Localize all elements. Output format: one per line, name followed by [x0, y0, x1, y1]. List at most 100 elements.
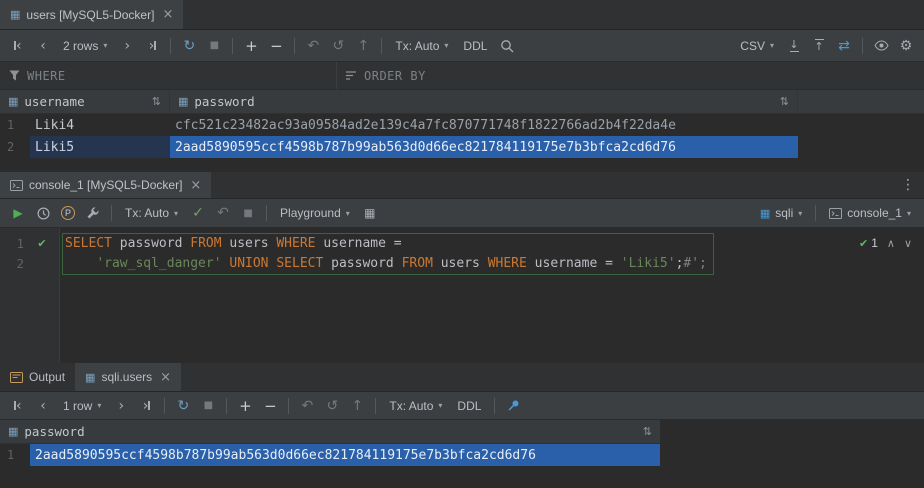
results-in-editor-button[interactable]: ▦	[358, 202, 382, 224]
next-page-button[interactable]: ›	[115, 35, 139, 57]
view-options-button[interactable]	[869, 35, 893, 57]
previous-page-button[interactable]: ‹	[31, 395, 55, 417]
column-sort-icon[interactable]: ⇅	[643, 425, 652, 438]
next-page-button[interactable]: ›	[109, 395, 133, 417]
schema-dropdown[interactable]: ▦sqli▾	[753, 202, 809, 224]
column-sort-icon[interactable]: ⇅	[152, 95, 161, 108]
cell-password[interactable]: cfc521c23482ac93a09584ad2e139c4a7fc87077…	[170, 114, 798, 136]
history-clock-icon	[37, 207, 50, 220]
reload-data-button[interactable]: ↻	[171, 395, 195, 417]
ddl-button[interactable]: DDL	[456, 35, 494, 57]
query-history-button[interactable]	[31, 202, 55, 224]
column-header-username[interactable]: ▦ username ⇅	[0, 90, 170, 113]
schema-label: sqli	[775, 206, 793, 220]
table-row-selected[interactable]: 2 Liki5 2aad5890595ccf4598b787b99ab563d0…	[0, 136, 924, 158]
row-number: 1	[0, 114, 30, 136]
extractor-format-dropdown[interactable]: CSV▾	[733, 35, 781, 57]
revert-icon: ↶	[301, 398, 313, 414]
page-size-dropdown[interactable]: 2 rows▾	[56, 35, 114, 57]
cell-username[interactable]: Liki5	[30, 136, 170, 158]
add-row-button[interactable]: +	[233, 395, 257, 417]
submit-button[interactable]: ↑	[351, 35, 375, 57]
run-icon: ▶	[13, 206, 22, 220]
tab-sqli-users[interactable]: ▦ sqli.users ×	[75, 363, 181, 391]
last-page-button[interactable]: ›	[140, 35, 164, 57]
editor-tab-users[interactable]: ▦ users [MySQL5-Docker] ×	[0, 0, 183, 29]
next-page-icon: ›	[119, 398, 125, 414]
stop-button[interactable]: ■	[236, 202, 260, 224]
code-line[interactable]: SELECT password FROM users WHERE usernam…	[65, 234, 707, 254]
close-icon[interactable]: ×	[190, 178, 201, 193]
run-button[interactable]: ▶	[6, 202, 30, 224]
table-icon: ▦	[85, 371, 95, 384]
search-button[interactable]	[495, 35, 519, 57]
settings-button[interactable]: ⚙	[894, 35, 918, 57]
tx-mode-dropdown[interactable]: Tx: Auto▾	[118, 202, 185, 224]
revert-icon: ↶	[307, 38, 319, 54]
next-occurrence-button[interactable]: ∨	[904, 237, 912, 250]
line-number: 1	[0, 236, 24, 251]
close-icon[interactable]: ×	[162, 7, 173, 22]
close-icon[interactable]: ×	[160, 370, 171, 385]
sql-editor[interactable]: 1 ✔ 2 SELECT password FROM users WHERE u…	[0, 228, 924, 363]
first-page-button[interactable]: ‹	[6, 35, 30, 57]
csv-label: CSV	[740, 39, 765, 53]
tabbar-spacer	[211, 172, 896, 198]
revert-changes-button[interactable]: ↶	[295, 395, 319, 417]
cell-username[interactable]: Liki4	[30, 114, 170, 136]
import-data-button[interactable]: ↑	[807, 35, 831, 57]
console-tab[interactable]: console_1 [MySQL5-Docker] ×	[0, 172, 211, 198]
rollback-button[interactable]: ↶	[211, 202, 235, 224]
success-check-icon: ✔	[859, 237, 868, 250]
reload-data-button[interactable]: ↻	[177, 35, 201, 57]
submit-button[interactable]: ↑	[345, 395, 369, 417]
results-tab-bar: Output ▦ sqli.users ×	[0, 363, 924, 392]
code-area[interactable]: SELECT password FROM users WHERE usernam…	[60, 228, 714, 363]
sync-button[interactable]: ⇄	[832, 35, 856, 57]
result-row-selected[interactable]: 1 2aad5890595ccf4598b787b99ab563d0d66ec8…	[0, 444, 924, 466]
commit-button[interactable]: ✓	[186, 202, 210, 224]
code-line[interactable]: 'raw_sql_danger' UNION SELECT password F…	[65, 254, 707, 274]
stop-button[interactable]: ■	[196, 395, 220, 417]
stop-button[interactable]: ■	[202, 35, 226, 57]
tx-mode-dropdown[interactable]: Tx: Auto▾	[388, 35, 455, 57]
first-page-button[interactable]: ‹	[6, 395, 30, 417]
tx-mode-dropdown[interactable]: Tx: Auto▾	[382, 395, 449, 417]
chevron-down-icon: ▾	[346, 209, 350, 218]
parameters-icon: P	[61, 206, 75, 220]
previous-occurrence-button[interactable]: ∧	[887, 237, 895, 250]
cell-password-selected[interactable]: 2aad5890595ccf4598b787b99ab563d0d66ec821…	[30, 444, 660, 466]
export-data-button[interactable]: ↓	[782, 35, 806, 57]
undo-button[interactable]: ↺	[320, 395, 344, 417]
playground-dropdown[interactable]: Playground▾	[273, 202, 357, 224]
ddl-button[interactable]: DDL	[450, 395, 488, 417]
previous-page-button[interactable]: ‹	[31, 35, 55, 57]
separator	[164, 398, 165, 414]
delete-row-button[interactable]: −	[258, 395, 282, 417]
tab-output[interactable]: Output	[0, 363, 75, 391]
separator	[494, 398, 495, 414]
undo-button[interactable]: ↺	[326, 35, 350, 57]
sql-statement-box[interactable]: SELECT password FROM users WHERE usernam…	[62, 233, 714, 275]
column-header-password[interactable]: ▦ password ⇅	[170, 90, 798, 113]
page-size-dropdown[interactable]: 1 row▾	[56, 395, 108, 417]
parameters-button[interactable]: P	[56, 202, 80, 224]
delete-row-button[interactable]: −	[264, 35, 288, 57]
column-header-password[interactable]: ▦ password ⇅	[0, 420, 660, 443]
where-filter-input[interactable]: WHERE	[0, 62, 337, 89]
cell-password-selected[interactable]: 2aad5890595ccf4598b787b99ab563d0d66ec821…	[170, 136, 798, 158]
pin-tab-button[interactable]	[501, 395, 525, 417]
console-session-dropdown[interactable]: console_1▾	[822, 202, 918, 224]
order-by-filter-input[interactable]: ORDER BY	[337, 62, 435, 89]
pin-icon	[507, 399, 520, 412]
table-row[interactable]: 1 Liki4 cfc521c23482ac93a09584ad2e139c4a…	[0, 114, 924, 136]
add-row-button[interactable]: +	[239, 35, 263, 57]
console-settings-button[interactable]	[81, 202, 105, 224]
separator	[170, 38, 171, 54]
revert-changes-button[interactable]: ↶	[301, 35, 325, 57]
more-options-button[interactable]: ⋮	[896, 174, 920, 196]
schema-icon: ▦	[760, 207, 770, 220]
last-page-button[interactable]: ›	[134, 395, 158, 417]
column-sort-icon[interactable]: ⇅	[780, 95, 789, 108]
console-session-label: console_1	[847, 206, 902, 220]
